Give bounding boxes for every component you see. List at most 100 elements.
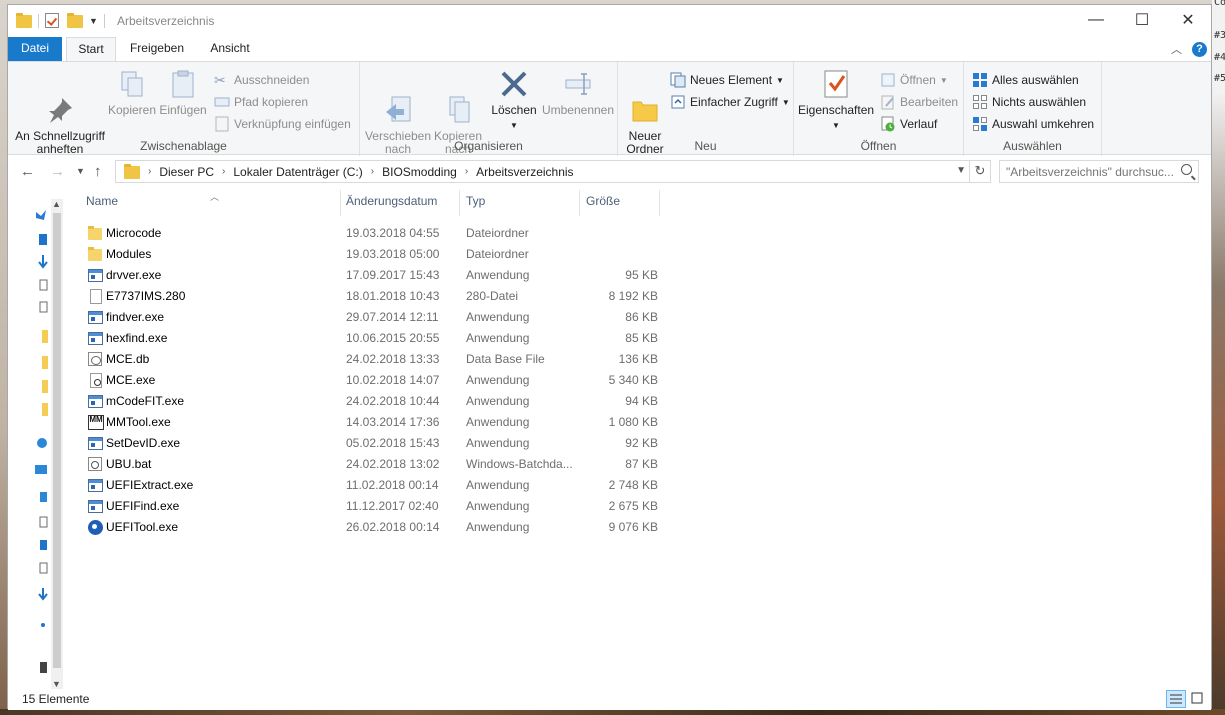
scrollbar-thumb[interactable]: [53, 213, 61, 668]
chevron-right-icon[interactable]: ›: [148, 166, 151, 177]
status-bar: 15 Elemente: [8, 689, 1211, 710]
file-row[interactable]: MM MMTool.exe 14.03.2014 17:36 Anwendung 1 0…: [74, 412, 674, 433]
nav-3d-objects-icon[interactable]: [40, 492, 47, 502]
chevron-right-icon[interactable]: ›: [371, 166, 374, 177]
file-row[interactable]: hexfind.exe 10.06.2015 20:55 Anwendung 85 K…: [74, 328, 674, 349]
open-button[interactable]: Öffnen ▼: [880, 70, 948, 90]
tab-freigeben[interactable]: Freigeben: [120, 37, 194, 61]
chevron-right-icon[interactable]: ›: [222, 166, 225, 177]
file-type: Anwendung: [466, 310, 530, 324]
invert-selection-button[interactable]: Auswahl umkehren: [972, 114, 1094, 134]
file-row[interactable]: mCodeFIT.exe 24.02.2018 10:44 Anwendung 94 …: [74, 391, 674, 412]
tab-ansicht[interactable]: Ansicht: [200, 37, 260, 61]
nav-folder-icon[interactable]: [42, 356, 48, 369]
customize-toolbar-dropdown-icon[interactable]: ▼: [89, 16, 98, 26]
copy-path-button[interactable]: Pfad kopieren: [214, 92, 308, 112]
nav-folder-icon[interactable]: [42, 330, 48, 343]
new-folder-icon[interactable]: [67, 13, 83, 29]
file-type: Anwendung: [466, 436, 530, 450]
file-row[interactable]: drvver.exe 17.09.2017 15:43 Anwendung 95 KB: [74, 265, 674, 286]
file-row[interactable]: findver.exe 29.07.2014 12:11 Anwendung 86 K…: [74, 307, 674, 328]
nav-pictures-icon[interactable]: [39, 301, 48, 313]
nav-this-pc-icon[interactable]: [35, 465, 47, 474]
nav-onedrive-icon[interactable]: [37, 438, 47, 448]
rename-button[interactable]: Umbenennen: [540, 68, 616, 117]
cut-button[interactable]: ✂ Ausschneiden: [214, 70, 309, 90]
forward-arrow-icon[interactable]: →: [50, 163, 65, 180]
column-header-name[interactable]: Name ︿: [80, 190, 341, 216]
file-row[interactable]: E7737IMS.280 18.01.2018 10:43 280-Datei 8 1…: [74, 286, 674, 307]
nav-desktop-icon[interactable]: [40, 540, 47, 550]
nav-pane-scrollbar[interactable]: ▲ ▼: [51, 199, 63, 689]
large-icons-view-button[interactable]: [1188, 690, 1208, 708]
copy-button[interactable]: Kopieren: [106, 68, 158, 117]
open-dropdown-icon: ▼: [939, 75, 948, 85]
nav-videos-icon[interactable]: [40, 662, 47, 673]
nav-downloads-icon[interactable]: [38, 588, 48, 601]
nav-quick-access-icon[interactable]: [36, 210, 46, 220]
file-row[interactable]: Microcode 19.03.2018 04:55 Dateiordner: [74, 223, 674, 244]
delete-dropdown-icon[interactable]: ▼: [488, 119, 540, 132]
file-row[interactable]: UBU.bat 24.02.2018 13:02 Windows-Batchda..…: [74, 454, 674, 475]
breadcrumb-biosmodding[interactable]: BIOSmodding: [382, 165, 457, 179]
path-icon: [214, 94, 230, 110]
file-name: UEFIFind.exe: [106, 499, 180, 513]
breadcrumb-arbeitsverzeichnis[interactable]: Arbeitsverzeichnis: [476, 165, 573, 179]
nav-documents-icon[interactable]: [39, 279, 48, 291]
search-input[interactable]: [1006, 164, 1176, 179]
file-row[interactable]: UEFITool.exe 26.02.2018 00:14 Anwendung 9 0…: [74, 517, 674, 538]
properties-button[interactable]: Eigenschaften ▼: [798, 68, 874, 132]
nav-folder-icon[interactable]: [42, 403, 48, 416]
up-arrow-icon[interactable]: ↑: [94, 163, 102, 180]
new-item-button[interactable]: Neues Element ▼: [670, 70, 784, 90]
edit-button[interactable]: Bearbeiten: [880, 92, 958, 112]
scroll-down-icon[interactable]: ▼: [52, 679, 61, 689]
nav-desktop-icon[interactable]: [39, 516, 48, 528]
breadcrumb-drive-c[interactable]: Lokaler Datenträger (C:): [233, 165, 362, 179]
back-arrow-icon[interactable]: ←: [20, 163, 35, 180]
exe-file-icon: [88, 395, 103, 408]
nav-downloads-icon[interactable]: [38, 255, 48, 269]
select-all-button[interactable]: Alles auswählen: [972, 70, 1079, 90]
file-row[interactable]: SetDevID.exe 05.02.2018 15:43 Anwendung 92 …: [74, 433, 674, 454]
properties-dropdown-icon[interactable]: ▼: [798, 119, 874, 132]
details-view-button[interactable]: [1166, 690, 1186, 708]
recent-locations-dropdown-icon[interactable]: ▼: [76, 166, 85, 176]
address-bar[interactable]: › Dieser PC › Lokaler Datenträger (C:) ›…: [115, 160, 991, 183]
column-header-size[interactable]: Größe: [580, 190, 660, 216]
file-row[interactable]: Modules 19.03.2018 05:00 Dateiordner: [74, 244, 674, 265]
file-row[interactable]: UEFIExtract.exe 11.02.2018 00:14 Anwendung…: [74, 475, 674, 496]
nav-folder-icon[interactable]: [42, 380, 48, 393]
file-row[interactable]: MCE.exe 10.02.2018 14:07 Anwendung 5 340 KB: [74, 370, 674, 391]
column-type-label: Typ: [466, 194, 486, 208]
chevron-right-icon[interactable]: ›: [465, 166, 468, 177]
nav-desktop-icon[interactable]: [39, 234, 47, 245]
easy-access-button[interactable]: Einfacher Zugriff ▼: [670, 92, 790, 112]
column-header-type[interactable]: Typ: [460, 190, 580, 216]
file-row[interactable]: MCE.db 24.02.2018 13:33 Data Base File 136 …: [74, 349, 674, 370]
address-dropdown-icon[interactable]: ▼: [956, 165, 966, 176]
nav-documents-icon[interactable]: [39, 562, 48, 574]
file-row[interactable]: UEFIFind.exe 11.12.2017 02:40 Anwendung 2 6…: [74, 496, 674, 517]
breadcrumb-dieser-pc[interactable]: Dieser PC: [159, 165, 214, 179]
select-none-button[interactable]: Nichts auswählen: [972, 92, 1086, 112]
collapse-ribbon-icon[interactable]: ︿: [1171, 41, 1182, 57]
scroll-up-icon[interactable]: ▲: [52, 199, 61, 209]
close-button[interactable]: ✕: [1165, 5, 1211, 35]
column-header-date[interactable]: Änderungsdatum: [340, 190, 460, 216]
refresh-icon[interactable]: ↻: [969, 161, 990, 182]
tab-datei[interactable]: Datei: [8, 37, 62, 61]
tab-start[interactable]: Start: [66, 37, 116, 62]
search-icon[interactable]: [1181, 164, 1192, 175]
paste-button[interactable]: Einfügen: [156, 68, 210, 117]
paste-shortcut-button[interactable]: Verknüpfung einfügen: [214, 114, 351, 134]
minimize-button[interactable]: —: [1073, 5, 1119, 35]
gear-file-icon: [88, 520, 103, 535]
file-size: 8 192 KB: [608, 289, 658, 303]
history-button[interactable]: Verlauf: [880, 114, 937, 134]
delete-button[interactable]: Löschen ▼: [488, 68, 540, 132]
properties-check-icon[interactable]: [45, 13, 61, 29]
maximize-button[interactable]: ☐: [1119, 5, 1165, 35]
help-icon[interactable]: ?: [1192, 41, 1207, 57]
nav-music-icon[interactable]: [41, 623, 45, 627]
